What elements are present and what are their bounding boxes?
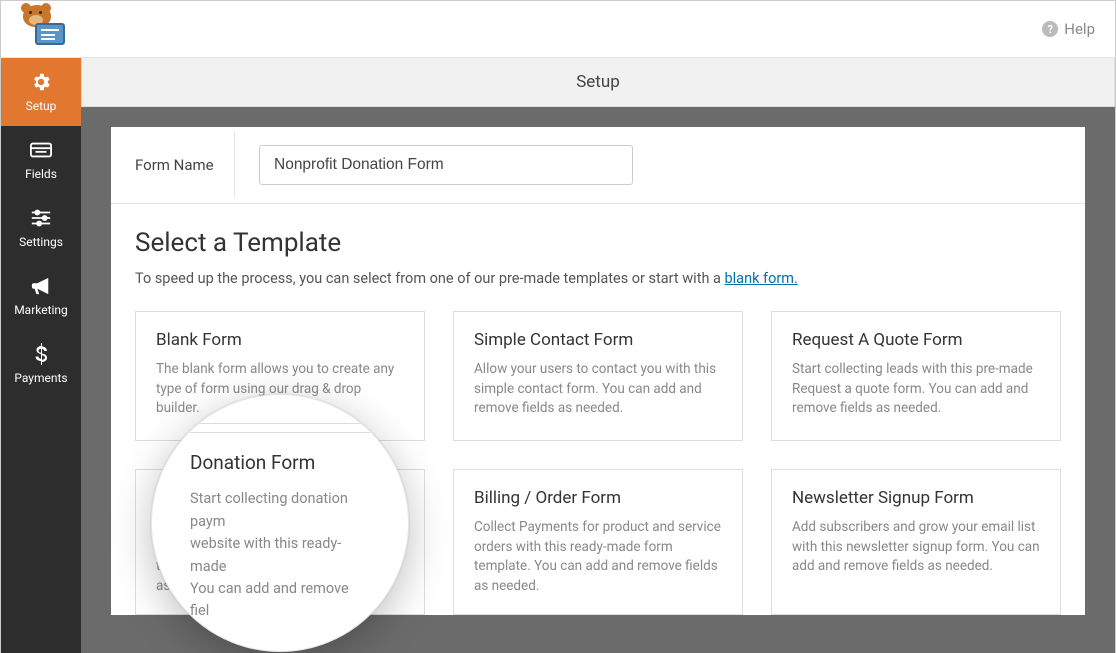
templates-heading: Select a Template	[135, 228, 1061, 258]
topbar: ? Help	[1, 1, 1115, 58]
sidebar-item-label: Payments	[14, 371, 67, 385]
templates-desc: To speed up the process, you can select …	[135, 270, 1061, 287]
form-name-input[interactable]	[259, 145, 633, 185]
bullhorn-icon	[30, 275, 52, 297]
card-desc: Allow your users to contact you with thi…	[474, 360, 722, 419]
card-desc: Add subscribers and grow your email list…	[792, 518, 1040, 577]
card-desc: Start collecting donation payments on yo…	[156, 518, 404, 596]
page-title: Setup	[81, 58, 1115, 107]
bear-logo-icon	[21, 5, 69, 53]
templates-section: Select a Template To speed up the proces…	[111, 204, 1085, 615]
template-card-blank-form[interactable]: Blank Form The blank form allows you to …	[135, 311, 425, 441]
gear-icon	[30, 71, 52, 93]
sidebar-item-label: Fields	[25, 167, 57, 181]
template-card-simple-contact[interactable]: Simple Contact Form Allow your users to …	[453, 311, 743, 441]
card-desc: The blank form allows you to create any …	[156, 360, 404, 419]
sliders-icon	[30, 207, 52, 229]
templates-desc-text: To speed up the process, you can select …	[135, 270, 725, 287]
sidebar-item-label: Marketing	[14, 303, 68, 317]
sidebar-item-marketing[interactable]: Marketing	[1, 262, 81, 330]
card-title: Simple Contact Form	[474, 330, 722, 350]
card-title: Donation Form	[156, 488, 404, 508]
fields-icon	[30, 139, 52, 161]
help-label: Help	[1064, 20, 1095, 38]
help-link[interactable]: ? Help	[1042, 20, 1095, 38]
sidebar: Setup Fields Settings Marketing Payments	[1, 58, 81, 653]
sidebar-item-label: Settings	[19, 235, 63, 249]
card-title: Billing / Order Form	[474, 488, 722, 508]
sidebar-item-payments[interactable]: Payments	[1, 330, 81, 398]
form-name-row: Form Name	[111, 127, 1085, 204]
card-title: Blank Form	[156, 330, 404, 350]
form-name-label: Form Name	[111, 132, 235, 198]
sidebar-item-label: Setup	[26, 99, 57, 113]
content-outer: Setup Form Name Select a Template To spe…	[81, 58, 1115, 653]
template-grid: Blank Form The blank form allows you to …	[135, 311, 1061, 615]
content-panel: Form Name Select a Template To speed up …	[111, 127, 1085, 615]
sidebar-item-settings[interactable]: Settings	[1, 194, 81, 262]
sidebar-item-fields[interactable]: Fields	[1, 126, 81, 194]
sidebar-item-setup[interactable]: Setup	[1, 58, 81, 126]
app-logo	[21, 5, 69, 53]
blank-form-link[interactable]: blank form.	[725, 270, 798, 287]
template-card-newsletter[interactable]: Newsletter Signup Form Add subscribers a…	[771, 469, 1061, 615]
template-card-donation[interactable]: Donation Form Start collecting donation …	[135, 469, 425, 615]
card-title: Request A Quote Form	[792, 330, 1040, 350]
card-title: Newsletter Signup Form	[792, 488, 1040, 508]
card-desc: Start collecting leads with this pre-mad…	[792, 360, 1040, 419]
template-card-billing-order[interactable]: Billing / Order Form Collect Payments fo…	[453, 469, 743, 615]
template-card-request-quote[interactable]: Request A Quote Form Start collecting le…	[771, 311, 1061, 441]
card-desc: Collect Payments for product and service…	[474, 518, 722, 596]
dollar-icon	[30, 343, 52, 365]
help-icon: ?	[1042, 21, 1058, 37]
